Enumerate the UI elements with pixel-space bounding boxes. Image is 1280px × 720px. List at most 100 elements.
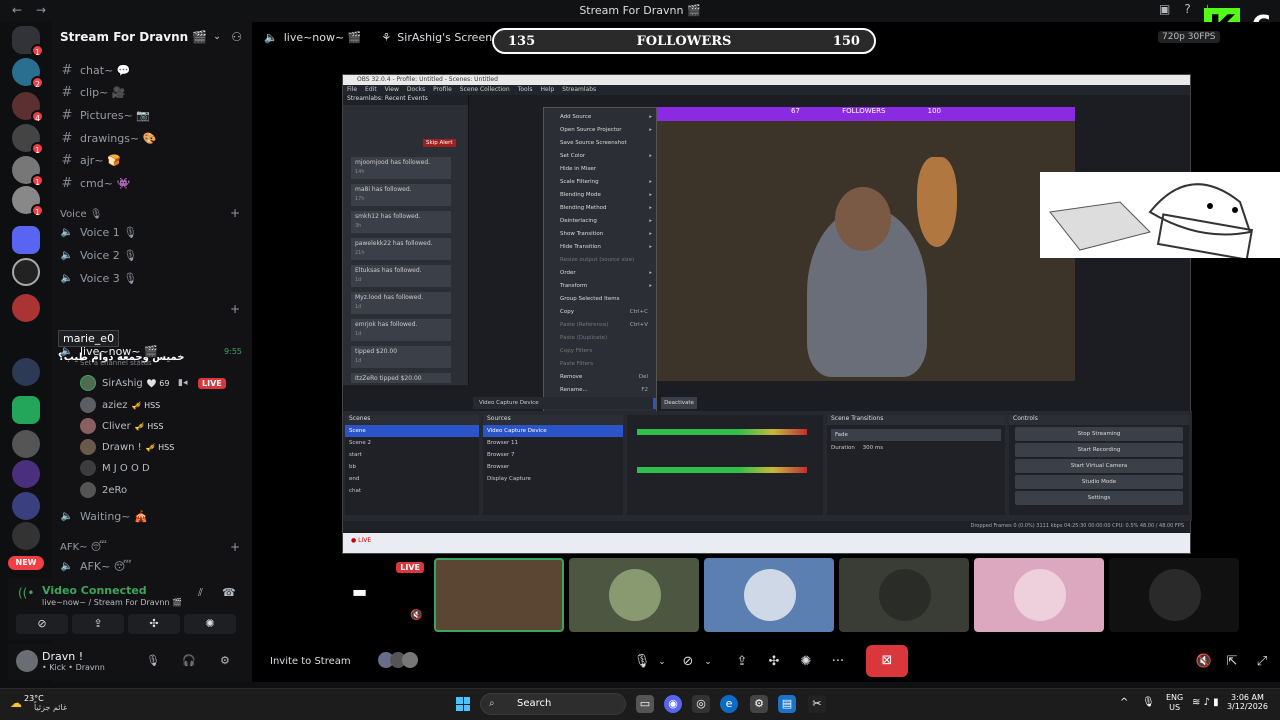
tray-chevron-icon[interactable]: ^ bbox=[1120, 697, 1128, 708]
guild-header[interactable]: Stream For Dravnn 🎬 ⌄ ⚇ bbox=[52, 22, 252, 52]
scene-item[interactable]: end bbox=[345, 473, 479, 485]
text-channel[interactable]: # Pictures~ 📷 bbox=[58, 105, 248, 125]
server-icon[interactable] bbox=[12, 358, 40, 386]
more-icon[interactable]: ··· bbox=[824, 650, 852, 674]
tile-participant[interactable] bbox=[1109, 558, 1239, 632]
scene-item[interactable]: Scene 2 bbox=[345, 437, 479, 449]
context-menu-item[interactable]: Paste (Reference) Ctrl+V bbox=[544, 320, 656, 331]
obs-menu-item[interactable]: Streamlabs bbox=[562, 85, 596, 95]
activities-icon[interactable]: ✣ bbox=[760, 650, 788, 674]
tile-screen-share[interactable]: LIVE ▬ 🔇 bbox=[298, 558, 428, 632]
server-icon[interactable] bbox=[12, 460, 40, 488]
context-menu-item[interactable]: Blending Method ▸ bbox=[544, 203, 656, 214]
task-view-icon[interactable]: ▭ bbox=[636, 695, 654, 713]
voice-channel[interactable]: 🔈 AFK~ 😴 bbox=[58, 556, 248, 576]
noise-suppression-icon[interactable]: ⫽ bbox=[198, 586, 203, 600]
obs-menu-item[interactable]: Help bbox=[540, 85, 554, 95]
microphone-icon[interactable]: 🎙 bbox=[146, 654, 160, 667]
server-icon[interactable]: 1 bbox=[12, 124, 44, 155]
edge-app-icon[interactable]: e bbox=[720, 695, 738, 713]
voice-channel[interactable]: 🔈 Voice 3 🎙 bbox=[58, 268, 248, 288]
context-menu-item[interactable]: Set Color ▸ bbox=[544, 151, 656, 162]
text-channel[interactable]: # ajr~ 🍞 bbox=[58, 150, 248, 170]
voice-user[interactable]: SirAshig 🤍 69 ▮◂ LIVE bbox=[80, 373, 226, 393]
add-channel-icon[interactable]: + bbox=[230, 206, 240, 220]
text-channel[interactable]: # chat~ 💬 bbox=[58, 60, 248, 80]
voice-category[interactable]: Voice 🎙 bbox=[60, 209, 103, 220]
voice-user[interactable]: Drawn ! 🎺 HSS bbox=[80, 437, 174, 457]
context-menu-item[interactable]: Rename... F2 bbox=[544, 385, 656, 396]
start-recording-button[interactable]: Start Recording bbox=[1015, 443, 1183, 457]
context-menu-item[interactable]: Deinterlacing ▸ bbox=[544, 216, 656, 227]
leave-call-button[interactable]: ⊠ bbox=[866, 645, 908, 677]
voice-channel[interactable]: 🔈 Voice 1 🎙 bbox=[58, 222, 248, 242]
context-menu-item[interactable]: Paste (Duplicate) bbox=[544, 333, 656, 344]
context-menu-item[interactable]: Transform ▸ bbox=[544, 281, 656, 292]
context-menu-item[interactable]: Paste Filters bbox=[544, 359, 656, 370]
discord-app-icon[interactable]: ◉ bbox=[664, 695, 682, 713]
deactivate-button[interactable]: Deactivate bbox=[661, 397, 697, 409]
server-icon[interactable]: 1 bbox=[12, 186, 44, 217]
gear-icon[interactable]: ⚙ bbox=[220, 654, 230, 667]
pop-out-icon[interactable]: ⇱ bbox=[1218, 650, 1246, 674]
context-menu-item[interactable]: Hide in Mixer bbox=[544, 164, 656, 175]
context-menu-item[interactable]: Remove Del bbox=[544, 372, 656, 383]
wifi-icon[interactable]: ≋ ♪ ▮ bbox=[1192, 697, 1219, 708]
transition-select[interactable]: Fade bbox=[831, 429, 1001, 441]
clock[interactable]: 3:06 AM 3/12/2026 bbox=[1227, 693, 1268, 711]
voice-channel[interactable]: 🔈 Waiting~ 🎪 bbox=[58, 506, 248, 526]
server-icon[interactable] bbox=[12, 396, 40, 424]
scene-item[interactable]: Scene bbox=[345, 425, 479, 437]
context-menu-item[interactable]: Blending Mode ▸ bbox=[544, 190, 656, 201]
obs-menu-item[interactable]: Scene Collection bbox=[460, 85, 510, 95]
stop-streaming-button[interactable]: Stop Streaming bbox=[1015, 427, 1183, 441]
obs-app-icon[interactable]: ◎ bbox=[692, 695, 710, 713]
server-icon[interactable]: 2 bbox=[12, 58, 44, 89]
obs-menu-item[interactable]: Docks bbox=[407, 85, 425, 95]
obs-menu-item[interactable]: Profile bbox=[433, 85, 452, 95]
windows-start-icon[interactable] bbox=[456, 697, 470, 711]
channel-status[interactable]: Set a channel status bbox=[80, 359, 152, 367]
taskbar-search[interactable]: ⌕ Search bbox=[480, 693, 626, 715]
obs-menu-item[interactable]: Edit bbox=[365, 85, 377, 95]
context-menu-item[interactable]: Group Selected Items bbox=[544, 294, 656, 305]
store-app-icon[interactable]: ▤ bbox=[778, 695, 796, 713]
afk-category[interactable]: AFK~ 😴 bbox=[60, 542, 107, 553]
voice-channel[interactable]: 🔈 Voice 2 🎙 bbox=[58, 245, 248, 265]
chevron-down-icon[interactable]: ⌄ bbox=[648, 650, 676, 674]
voice-user[interactable]: 2eRo bbox=[80, 480, 127, 500]
studio-mode-button[interactable]: Studio Mode bbox=[1015, 475, 1183, 489]
context-menu-item[interactable]: Copy Ctrl+C bbox=[544, 307, 656, 318]
context-menu-item[interactable]: Order ▸ bbox=[544, 268, 656, 279]
voice-user[interactable]: M J O O D bbox=[80, 458, 150, 478]
tile-participant[interactable] bbox=[839, 558, 969, 632]
tile-participant[interactable] bbox=[704, 558, 834, 632]
scene-item[interactable]: bb bbox=[345, 461, 479, 473]
activities-button[interactable]: ✣ bbox=[128, 614, 180, 634]
scene-item[interactable]: start bbox=[345, 449, 479, 461]
virtual-camera-button[interactable]: Start Virtual Camera bbox=[1015, 459, 1183, 473]
mute-icon[interactable]: 🔇 bbox=[410, 610, 422, 621]
source-item[interactable]: Video Capture Device bbox=[483, 425, 623, 437]
duration-value[interactable]: 300 ms bbox=[863, 445, 883, 451]
help-icon[interactable]: ? bbox=[1184, 2, 1190, 17]
context-menu-item[interactable]: Save Source Screenshot bbox=[544, 138, 656, 149]
chevron-down-icon[interactable]: ⌄ bbox=[694, 650, 722, 674]
invite-people-icon[interactable]: ⚇ bbox=[231, 30, 242, 44]
context-menu-item[interactable]: Copy Filters bbox=[544, 346, 656, 357]
fullscreen-icon[interactable]: ⤢ bbox=[1248, 650, 1276, 674]
text-channel[interactable]: # drawings~ 🎨 bbox=[58, 128, 248, 148]
disconnect-icon[interactable]: ☎ bbox=[222, 586, 236, 599]
text-channel[interactable]: # clip~ 🎥 bbox=[58, 82, 248, 102]
scene-item[interactable]: chat bbox=[345, 485, 479, 497]
add-channel-icon[interactable]: + bbox=[230, 302, 240, 316]
capcut-app-icon[interactable]: ✂ bbox=[808, 695, 826, 713]
inbox-icon[interactable]: ▣ bbox=[1159, 2, 1170, 17]
server-icon[interactable] bbox=[12, 294, 40, 322]
settings-app-icon[interactable]: ⚙ bbox=[750, 695, 768, 713]
source-item[interactable]: Browser 7 bbox=[483, 449, 623, 461]
user-avatar[interactable] bbox=[16, 650, 38, 672]
context-menu-item[interactable]: Open Source Projector ▸ bbox=[544, 125, 656, 136]
headphones-icon[interactable]: 🎧 bbox=[182, 654, 196, 667]
source-item[interactable]: Browser 11 bbox=[483, 437, 623, 449]
